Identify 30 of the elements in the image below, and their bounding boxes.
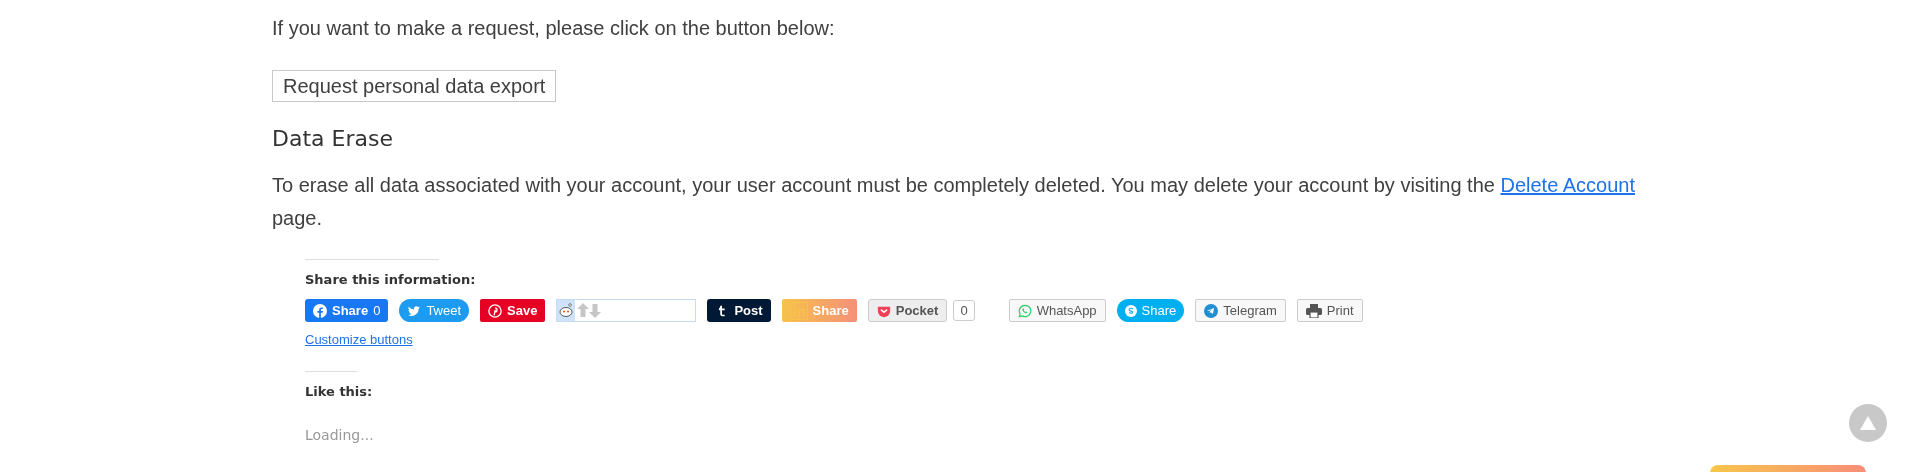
section-heading: Data Erase [272,126,393,151]
skype-icon [1124,304,1137,317]
pin-save-button[interactable]: Save [480,299,546,322]
loading-text: Loading... [305,427,374,443]
print-button[interactable]: Print [1296,299,1363,322]
like-title: Like this: [305,384,373,399]
bird-icon [407,303,422,318]
reddit-vote-drawing [557,300,602,321]
delete-account-link[interactable]: Delete Account [1500,174,1635,196]
scroll-to-top-button[interactable] [1849,404,1887,442]
facebook-icon [313,303,327,318]
whatsapp-button[interactable]: WhatsApp [1008,299,1106,322]
share-title: Share this information: [305,272,476,287]
pin-icon [488,303,503,318]
export-request-button[interactable]: Request personal data export [272,70,557,102]
up-triangle-icon [1860,416,1876,430]
paper-plane-icon [1204,303,1219,318]
erase-paragraph: To erase all data associated with your account, your user account must be completely deleted. You may delete your account by visiting the Delete Account page. [272,173,1636,231]
facebook-share-button[interactable]: Share 0 [305,299,389,322]
reddit-vote-button[interactable] [556,299,697,322]
printer-icon [1305,303,1322,318]
share-count: 0 [953,300,975,321]
pocket-button[interactable]: Pocket [867,299,948,322]
phone-bubble-icon [1017,303,1032,318]
tumblr-post-button[interactable]: Post [707,299,771,322]
telegram-button[interactable]: Telegram [1195,299,1286,322]
skype-share-button[interactable]: Share [1116,299,1185,322]
tweet-button[interactable]: Tweet [399,299,470,322]
intro-text: If you want to make a request, please click on the button below: [272,16,835,41]
customize-buttons-link[interactable]: Customize buttons [305,332,413,347]
